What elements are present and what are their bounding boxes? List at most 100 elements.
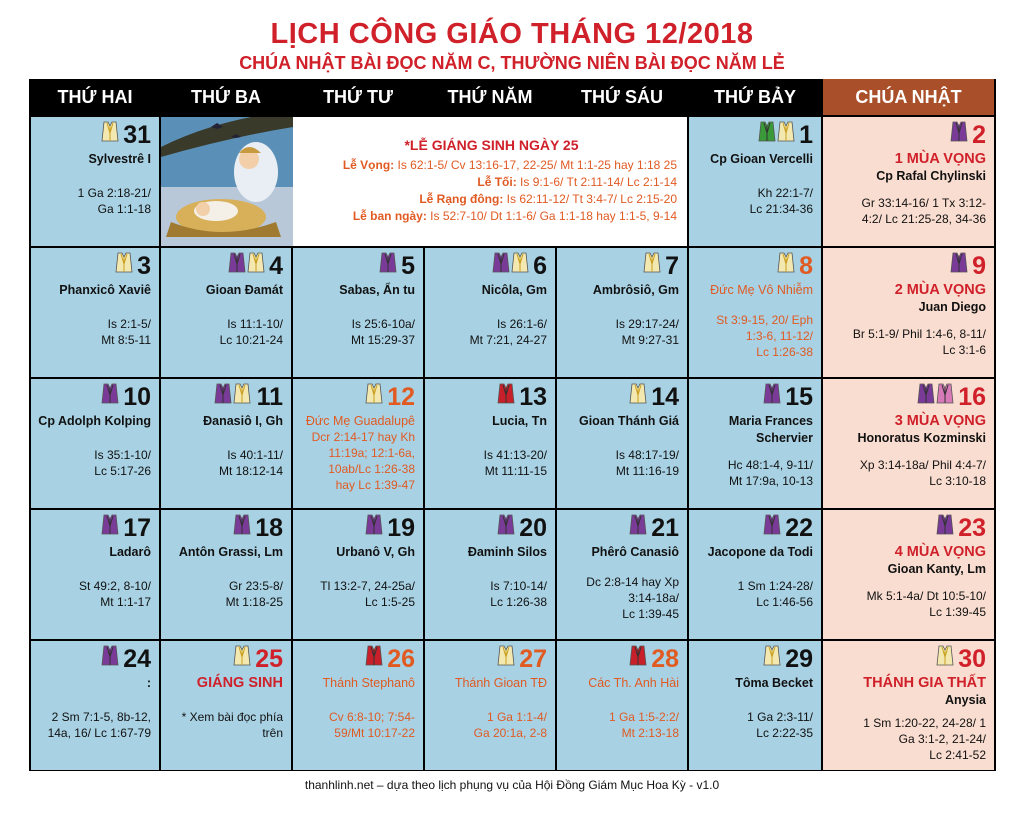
day-cell[interactable]: 19 Urbanô V, Gh Tl 13:2-7, 24-25a/Lc 1:5-2… [293,510,423,639]
vestment-purple-icon [936,514,954,541]
vestment-color-icons [365,514,383,541]
day-cell[interactable]: 28 Các Th. Anh Hài 1 Ga 1:5-2:2/Mt 2:13-18 [557,641,687,770]
reading-line: 1 Ga 2:3-11/ [747,710,813,724]
vestment-purple-icon [917,383,935,410]
reading-line: Br 5:1-9/ Phil 1:4-6, 8-11/ [852,327,986,341]
day-cell[interactable]: 29 Tôma Becket 1 Ga 2:3-11/Lc 2:22-35 [689,641,821,770]
vestment-rose-icon [936,383,954,410]
day-cell[interactable]: 31 Sylvestrê I 1 Ga 2:18-21/Ga 1:1-18 [31,117,159,246]
saint-name-secondary: Juan Diego [918,300,986,314]
reading-line: Hc 48:1-4, 9-11/ [727,458,813,472]
day-number: 23 [958,514,986,542]
vestment-color-icons [497,514,515,541]
day-cell[interactable]: 13 Lucia, Tn Is 41:13-20/Mt 11:11-15 [425,379,555,508]
reading-line: Mt 11:16-19 [615,464,679,478]
day-cell[interactable]: 2 1 MÙA VỌNG Cp Rafal Chylinski Gr 33:14-16… [823,117,994,246]
vestment-red-icon [365,645,383,672]
reading-line: 59/Mt 10:17-22 [334,726,415,740]
reading-line: 1:3-6, 11-12/ [745,329,813,343]
vestment-color-icons [379,252,397,279]
saint-name: 4 MÙA VỌNG [894,544,986,560]
saint-name: Phanxicô Xaviê [59,283,151,297]
vestment-color-icons [214,383,251,410]
saint-name: Gioan Thánh Giá [578,414,679,428]
day-cell[interactable]: 10 Cp Adolph Kolping Is 35:1-10/Lc 5:17-26 [31,379,159,508]
vestment-white-icon [511,252,529,279]
saint-name-secondary: Honoratus Kozminski [857,431,987,445]
weekday-header: THỨ NĂM [447,86,533,107]
vestment-color-icons [936,645,954,672]
readings: St 3:9-15, 20/ Eph 1:3-6, 11-12/Lc 1:26-3… [716,312,813,360]
day-number: 16 [958,383,986,411]
vestment-purple-icon [763,514,781,541]
readings: Is 41:13-20/Mt 11:11-15 [484,447,547,479]
vestment-color-icons [917,383,954,410]
day-cell[interactable]: 30 THÁNH GIA THẤT Anysia 1 Sm 1:20-22, 24-2… [823,641,994,770]
mass-label: Lễ Rạng đông: [419,192,504,206]
reading-line: Lc 1:26-38 [756,345,813,359]
reading-line: Is 40:1-11/ [227,448,283,462]
day-cell[interactable]: 11 Đanasiô I, Gh Is 40:1-11/Mt 18:12-14 [161,379,291,508]
day-number: 25 [255,645,283,673]
day-number: 8 [799,252,813,280]
reading-line: Ga 20:1a, 2-8 [473,726,547,740]
vestment-white-icon [777,121,795,148]
saint-name: Jacopone da Todi [707,545,813,559]
reading-line: Xp 3:14-18a/ Phil 4:4-7/ [859,458,986,472]
day-number: 20 [519,514,547,542]
vestment-color-icons [643,252,661,279]
readings: Dcr 2:14-17 hay Kh 11:19a; 12:1-6a, 10ab/L… [312,429,415,493]
day-cell[interactable]: 8 Đức Mẹ Vô Nhiễm St 3:9-15, 20/ Eph 1:3-6,… [689,248,821,377]
day-cell[interactable]: 9 2 MÙA VỌNG Juan Diego Br 5:1-9/ Phil 1:4-… [823,248,994,377]
vestment-color-icons [763,514,781,541]
day-cell[interactable]: 5 Sabas, Ẩn tu Is 25:6-10a/Mt 15:29-37 [293,248,423,377]
day-cell[interactable]: 26 Thánh Stephanô Cv 6:8-10; 7:54- 59/Mt 10… [293,641,423,770]
vestment-white-icon [777,252,795,279]
day-cell[interactable]: 23 4 MÙA VỌNG Gioan Kanty, Lm Mk 5:1-4a/ Dt… [823,510,994,639]
day-cell[interactable]: 24: 2 Sm 7:1-5, 8b-12, 14a, 16/ Lc 1:67-79 [31,641,159,770]
vestment-white-icon [233,383,251,410]
vestment-white-icon [936,645,954,672]
reading-line: Lc 1:46-56 [756,595,813,609]
day-cell[interactable]: 20 Đaminh Silos Is 7:10-14/Lc 1:26-38 [425,510,555,639]
readings: Kh 22:1-7/Lc 21:34-36 [750,185,813,217]
day-cell[interactable]: 16 3 MÙA VỌNG Honoratus Kozminski Xp 3:14-1… [823,379,994,508]
vestment-color-icons [365,383,383,410]
day-cell[interactable]: 4 Gioan Đamát Is 11:1-10/Lc 10:21-24 [161,248,291,377]
christmas-readings-box: *LỄ GIÁNG SINH NGÀY 25 Lễ Vọng: Is 62:1-5… [161,117,687,246]
vestment-purple-icon [379,252,397,279]
vestment-color-icons [492,252,529,279]
day-cell[interactable]: 12 Đức Mẹ Guadalupê Dcr 2:14-17 hay Kh 11:1… [293,379,423,508]
saint-name: Ladarô [109,545,151,559]
vestment-color-icons [629,383,647,410]
saint-name: Đức Mẹ Guadalupê [305,414,415,428]
reading-line: Is 25:6-10a/ [351,317,415,331]
saint-name: : [146,676,151,690]
day-cell[interactable]: 25 GIÁNG SINH * Xem bài đọc phía trên [161,641,291,770]
reading-line: Mt 1:1-17 [100,595,151,609]
vestment-color-icons [763,645,781,672]
vestment-color-icons [101,383,119,410]
reading-line: Gr 33:14-16/ 1 Tx 3:12- [861,196,986,210]
reading-line: Mt 17:9a, 10-13 [728,474,813,488]
day-cell[interactable]: 15 Maria Frances Schervier Hc 48:1-4, 9-11/… [689,379,821,508]
day-cell[interactable]: 7 Ambrôsiô, Gm Is 29:17-24/Mt 9:27-31 [557,248,687,377]
day-cell[interactable]: 1 Cp Gioan Vercelli Kh 22:1-7/Lc 21:34-36 [689,117,821,246]
weekday-header: THỨ SÁU [581,86,663,107]
mass-label: Lễ ban ngày: [352,209,427,223]
day-cell[interactable]: 22 Jacopone da Todi 1 Sm 1:24-28/Lc 1:46-5… [689,510,821,639]
day-cell[interactable]: 18 Antôn Grassi, Lm Gr 23:5-8/Mt 1:18-25 [161,510,291,639]
day-cell[interactable]: 17 Ladarô St 49:2, 8-10/Mt 1:1-17 [31,510,159,639]
saint-name-secondary: Gioan Kanty, Lm [887,562,986,576]
reading-line: Mk 5:1-4a/ Dt 10:5-10/ [866,589,986,603]
day-cell[interactable]: 3 Phanxicô Xaviê Is 2:1-5/Mt 8:5-11 [31,248,159,377]
reading-line: Lc 1:5-25 [364,595,415,609]
reading-line: trên [262,726,283,740]
readings: Gr 23:5-8/Mt 1:18-25 [226,578,283,610]
day-cell[interactable]: 21 Phêrô Canasiô Dc 2:8-14 hay Xp 3:14-18a/… [557,510,687,639]
readings: Is 40:1-11/Mt 18:12-14 [219,447,283,479]
day-cell[interactable]: 6 Nicôla, Gm Is 26:1-6/Mt 7:21, 24-27 [425,248,555,377]
day-cell[interactable]: 27 Thánh Gioan TĐ 1 Ga 1:1-4/Ga 20:1a, 2-8 [425,641,555,770]
readings: 1 Ga 1:1-4/Ga 20:1a, 2-8 [474,709,547,741]
day-cell[interactable]: 14 Gioan Thánh Giá Is 48:17-19/Mt 11:16-19 [557,379,687,508]
